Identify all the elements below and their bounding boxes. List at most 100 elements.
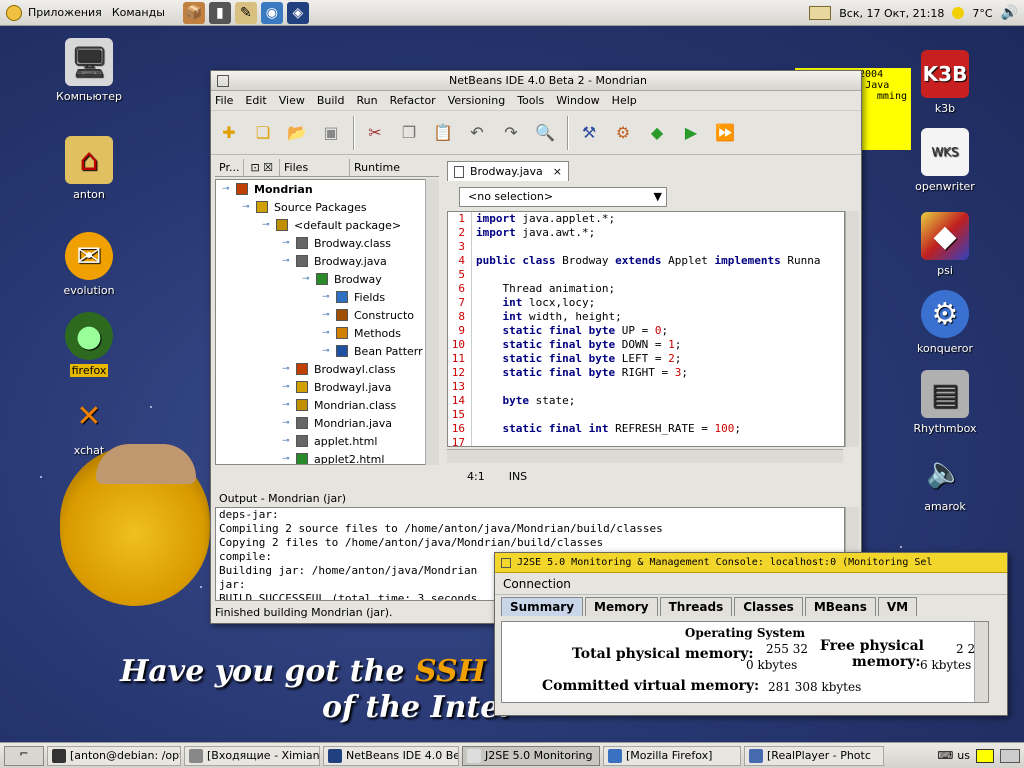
tree-row[interactable]: ⊸ applet2.html [216,450,438,464]
volume-icon[interactable]: 🔊 [1001,5,1018,21]
tree-row[interactable]: ⊸ Fields [216,288,438,306]
tree-row[interactable]: ⊸ Source Packages [216,198,438,216]
tree-row[interactable]: ⊸ Mondrian.java [216,414,438,432]
netbeans-window[interactable]: NetBeans IDE 4.0 Beta 2 - Mondrian File … [210,70,862,624]
desktop-icon-evolution[interactable]: ✉ evolution [44,232,134,297]
taskbar-button[interactable]: [Mozilla Firefox] [603,745,741,766]
monitor-tab[interactable]: MBeans [804,597,876,616]
menu-window[interactable]: Window [556,94,599,107]
tree-scrollbar[interactable] [425,179,439,465]
debug-icon[interactable]: ⏩ [713,121,737,145]
terminal-icon[interactable]: ▮ [208,1,231,24]
menu-run[interactable]: Run [356,94,377,107]
desktop-icon-openwriter[interactable]: WKS openwriter [900,128,990,193]
actions-menu[interactable]: Команды [112,6,165,19]
show-desktop-icon[interactable]: ⌐ [4,745,44,766]
desktop-icon-rhythmbox[interactable]: ▤ Rhythmbox [900,370,990,435]
clock[interactable]: Вск, 17 Окт, 21:18 [839,7,944,20]
desktop-icon-anton[interactable]: ⌂ anton [44,136,134,201]
monitor-tab[interactable]: Classes [734,597,803,616]
undo-icon[interactable]: ↶ [465,121,489,145]
editor-scrollbar[interactable] [845,211,859,447]
clean-build-icon[interactable]: ⚙ [611,121,635,145]
tree-expander-icon[interactable]: ⊸ [282,256,292,266]
menu-edit[interactable]: Edit [245,94,266,107]
taskbar-button[interactable]: [RealPlayer - Photc [744,745,884,766]
menu-tools[interactable]: Tools [517,94,544,107]
tree-row[interactable]: ⊸ Constructo [216,306,438,324]
desktop-icon-amarok[interactable]: 🔈 amarok [900,448,990,514]
new-project-icon[interactable]: ❏ [251,121,275,145]
tree-row[interactable]: ⊸ Methods [216,324,438,342]
tree-row[interactable]: ⊸ applet.html [216,432,438,450]
netbeans-icon[interactable]: ◈ [286,1,309,24]
screen-icon[interactable] [1000,748,1020,763]
connection-menu[interactable]: Connection [495,573,1007,595]
close-tab-icon[interactable]: × [553,165,562,178]
tab-files[interactable]: Files [280,159,351,176]
os-scrollbar[interactable] [974,622,988,702]
tree-row[interactable]: ⊸ Mondrian [216,180,438,198]
tree-expander-icon[interactable]: ⊸ [282,418,292,428]
tree-expander-icon[interactable]: ⊸ [282,238,292,248]
taskbar-button[interactable]: J2SE 5.0 Monitoring [462,745,600,766]
tree-expander-icon[interactable]: ⊸ [222,184,232,194]
monitoring-console-window[interactable]: J2SE 5.0 Monitoring & Management Console… [494,552,1008,716]
menu-versioning[interactable]: Versioning [448,94,505,107]
editor-icon[interactable]: ✎ [234,1,257,24]
tab-close-icon[interactable]: ⊡ ☒ [244,159,281,176]
gnome-foot-icon[interactable] [6,4,22,21]
cut-icon[interactable]: ✂ [363,121,387,145]
new-file-icon[interactable]: ✚ [217,121,241,145]
tree-expander-icon[interactable]: ⊸ [282,382,292,392]
redo-icon[interactable]: ↷ [499,121,523,145]
monitor-tab[interactable]: Summary [501,597,584,616]
tree-row[interactable]: ⊸ Brodwayl.class [216,360,438,378]
build-icon[interactable]: ⚒ [577,121,601,145]
copy-icon[interactable]: ❐ [397,121,421,145]
taskbar-button[interactable]: NetBeans IDE 4.0 Be [323,745,459,766]
tree-expander-icon[interactable]: ⊸ [302,274,312,284]
desktop-icon-firefox[interactable]: ● firefox [44,312,134,377]
notes-icon[interactable] [976,748,994,763]
desktop-icon-computer[interactable]: 🖥 Компьютер [44,38,134,103]
mail-icon[interactable] [809,6,832,20]
tree-row[interactable]: ⊸ Brodwayl.java [216,378,438,396]
tree-expander-icon[interactable]: ⊸ [322,328,332,338]
taskbar-button[interactable]: [anton@debian: /opt [47,745,181,766]
run-icon[interactable]: ▶ [679,121,703,145]
tree-expander-icon[interactable]: ⊸ [282,436,292,446]
keyboard-layout[interactable]: us [957,749,970,762]
monitor-tab[interactable]: Memory [585,597,658,616]
tree-row[interactable]: ⊸ Bean Patterr [216,342,438,360]
editor-tab[interactable]: Brodway.java × [447,161,569,181]
editor-hscrollbar[interactable] [447,449,843,463]
desktop-icon-psi[interactable]: ◆ psi [900,212,990,277]
menu-file[interactable]: File [215,94,233,107]
keyboard-icon[interactable]: ⌨ [937,749,953,762]
monitor-tab[interactable]: Threads [659,597,733,616]
netbeans-titlebar[interactable]: NetBeans IDE 4.0 Beta 2 - Mondrian [211,71,861,91]
menu-help[interactable]: Help [612,94,637,107]
tree-expander-icon[interactable]: ⊸ [262,220,272,230]
window-menu-icon[interactable] [501,557,511,568]
package-icon[interactable]: 📦 [182,1,205,24]
tree-row[interactable]: ⊸ Brodway.class [216,234,438,252]
find-icon[interactable]: 🔍 [533,121,557,145]
tree-expander-icon[interactable]: ⊸ [322,310,332,320]
tree-expander-icon[interactable]: ⊸ [282,454,292,464]
tree-expander-icon[interactable]: ⊸ [322,346,332,356]
desktop-icon-k3b[interactable]: K3B k3b [900,50,990,115]
tree-expander-icon[interactable]: ⊸ [282,400,292,410]
monitor-tab[interactable]: VM [877,597,918,616]
taskbar-button[interactable]: [Входящие - Ximian [184,745,320,766]
tree-row[interactable]: ⊸ Brodway [216,270,438,288]
open-icon[interactable]: 📂 [285,121,309,145]
browser-icon[interactable]: ◉ [260,1,283,24]
code-editor[interactable]: 1 import java.applet.*; 2 import java.awt.*… [447,211,845,447]
tree-row[interactable]: ⊸ Mondrian.class [216,396,438,414]
menu-build[interactable]: Build [317,94,345,107]
menu-view[interactable]: View [279,94,305,107]
tree-expander-icon[interactable]: ⊸ [282,364,292,374]
window-menu-icon[interactable] [217,74,229,87]
